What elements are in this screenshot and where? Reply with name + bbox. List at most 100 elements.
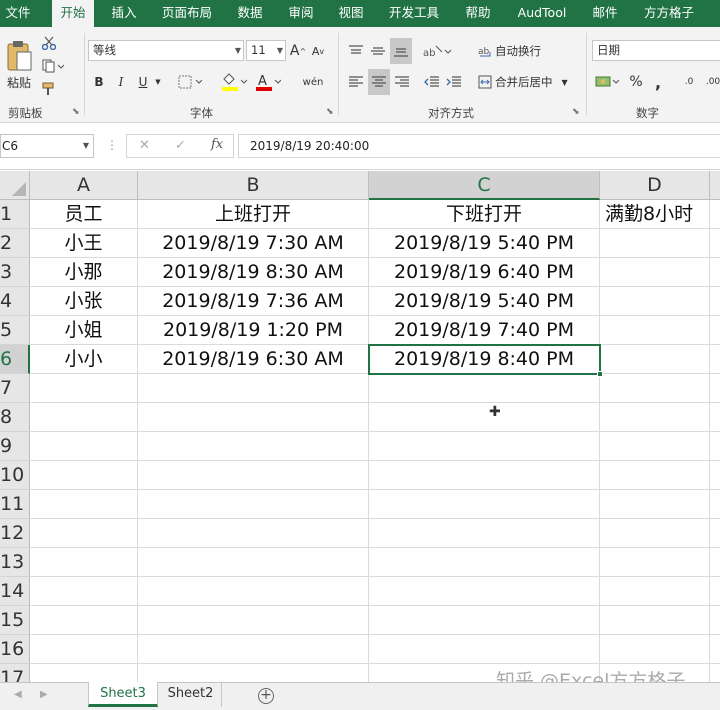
row-header-1[interactable]: 1 bbox=[0, 200, 30, 229]
empty-cell[interactable] bbox=[600, 374, 710, 403]
empty-cell[interactable] bbox=[710, 316, 720, 345]
cell-c4[interactable]: 2019/8/19 5:40 PM bbox=[369, 287, 600, 316]
cell-b2[interactable]: 2019/8/19 7:30 AM bbox=[138, 229, 369, 258]
row-header-13[interactable]: 13 bbox=[0, 548, 30, 577]
align-left-icon[interactable] bbox=[346, 71, 366, 93]
alignment-launcher-icon[interactable]: ⬊ bbox=[572, 107, 580, 117]
empty-cell[interactable] bbox=[710, 635, 720, 664]
select-all-button[interactable] bbox=[0, 171, 30, 200]
empty-cell[interactable] bbox=[30, 606, 138, 635]
cell-d4[interactable] bbox=[600, 287, 710, 316]
row-header-9[interactable]: 9 bbox=[0, 432, 30, 461]
empty-cell[interactable] bbox=[600, 432, 710, 461]
cell-b1[interactable]: 上班打开 bbox=[138, 200, 369, 229]
number-format-dropdown[interactable]: 日期 bbox=[592, 40, 720, 61]
empty-cell[interactable] bbox=[30, 635, 138, 664]
cell-d6[interactable] bbox=[600, 345, 710, 374]
cancel-icon[interactable]: ✕ bbox=[139, 138, 150, 153]
row-header-8[interactable]: 8 bbox=[0, 403, 30, 432]
empty-cell[interactable] bbox=[600, 577, 710, 606]
align-center-icon[interactable] bbox=[368, 69, 390, 95]
empty-cell[interactable] bbox=[369, 606, 600, 635]
row-header-11[interactable]: 11 bbox=[0, 490, 30, 519]
font-name-dropdown[interactable]: 等线 ▼ bbox=[88, 40, 244, 61]
empty-cell[interactable] bbox=[710, 664, 720, 682]
tab-fangfanggezi[interactable]: 方方格子 bbox=[638, 0, 700, 27]
empty-cell[interactable] bbox=[710, 577, 720, 606]
row-header-4[interactable]: 4 bbox=[0, 287, 30, 316]
empty-cell[interactable] bbox=[710, 287, 720, 316]
formula-input[interactable]: 2019/8/19 20:40:00 bbox=[238, 134, 720, 158]
accounting-format-icon[interactable] bbox=[594, 71, 620, 93]
cell-a4[interactable]: 小张 bbox=[30, 287, 138, 316]
empty-cell[interactable] bbox=[710, 606, 720, 635]
align-middle-icon[interactable] bbox=[368, 40, 388, 62]
empty-cell[interactable] bbox=[369, 432, 600, 461]
row-header-10[interactable]: 10 bbox=[0, 461, 30, 490]
empty-cell[interactable] bbox=[138, 606, 369, 635]
empty-cell[interactable] bbox=[138, 374, 369, 403]
name-box[interactable]: C6 ▼ bbox=[0, 134, 94, 158]
font-size-dropdown[interactable]: 11 ▼ bbox=[246, 40, 286, 61]
cut-icon[interactable] bbox=[40, 35, 58, 51]
row-header-3[interactable]: 3 bbox=[0, 258, 30, 287]
align-right-icon[interactable] bbox=[392, 71, 412, 93]
increase-indent-icon[interactable] bbox=[444, 71, 464, 93]
cell-b6[interactable]: 2019/8/19 6:30 AM bbox=[138, 345, 369, 374]
copy-icon[interactable] bbox=[40, 58, 66, 74]
tab-insert[interactable]: 插入 bbox=[104, 0, 144, 27]
enter-icon[interactable]: ✓ bbox=[175, 138, 186, 153]
empty-cell[interactable] bbox=[138, 635, 369, 664]
italic-button[interactable]: I bbox=[112, 71, 130, 93]
increase-font-size-button[interactable]: A ^ bbox=[290, 40, 306, 62]
phonetic-button[interactable]: wén bbox=[296, 71, 330, 93]
column-header-d[interactable]: D bbox=[600, 171, 710, 200]
empty-cell[interactable] bbox=[138, 577, 369, 606]
fill-handle[interactable] bbox=[597, 371, 603, 377]
tab-data[interactable]: 数据 bbox=[230, 0, 270, 27]
tab-home[interactable]: 开始 bbox=[52, 0, 94, 28]
tab-view[interactable]: 视图 bbox=[331, 0, 371, 27]
scroll-right-icon[interactable]: ▶ bbox=[40, 689, 48, 700]
empty-cell[interactable] bbox=[710, 374, 720, 403]
cell-c5[interactable]: 2019/8/19 7:40 PM bbox=[369, 316, 600, 345]
empty-cell[interactable] bbox=[600, 606, 710, 635]
tab-review[interactable]: 审阅 bbox=[281, 0, 321, 27]
empty-cell[interactable] bbox=[600, 403, 710, 432]
row-header-2[interactable]: 2 bbox=[0, 229, 30, 258]
tab-audtool[interactable]: AudTool bbox=[510, 0, 574, 27]
column-header-b[interactable]: B bbox=[138, 171, 369, 200]
empty-cell[interactable] bbox=[710, 229, 720, 258]
empty-cell[interactable] bbox=[138, 548, 369, 577]
cell-c6[interactable]: 2019/8/19 8:40 PM bbox=[369, 345, 600, 374]
cell-a6[interactable]: 小小 bbox=[30, 345, 138, 374]
border-button[interactable] bbox=[176, 71, 204, 93]
clipboard-launcher-icon[interactable]: ⬊ bbox=[72, 107, 80, 117]
empty-cell[interactable] bbox=[369, 548, 600, 577]
empty-cell[interactable] bbox=[138, 403, 369, 432]
cell-c3[interactable]: 2019/8/19 6:40 PM bbox=[369, 258, 600, 287]
row-header-5[interactable]: 5 bbox=[0, 316, 30, 345]
cell-d1[interactable]: 满勤8小时 bbox=[600, 200, 710, 229]
row-header-7[interactable]: 7 bbox=[0, 374, 30, 403]
cell-c2[interactable]: 2019/8/19 5:40 PM bbox=[369, 229, 600, 258]
row-header-14[interactable]: 14 bbox=[0, 577, 30, 606]
empty-cell[interactable] bbox=[600, 490, 710, 519]
orientation-icon[interactable]: ab bbox=[422, 40, 452, 62]
decrease-decimal-button[interactable]: .00 bbox=[702, 71, 720, 93]
fill-color-button[interactable] bbox=[220, 71, 248, 93]
empty-cell[interactable] bbox=[369, 519, 600, 548]
empty-cell[interactable] bbox=[30, 577, 138, 606]
cell-c1[interactable]: 下班打开 bbox=[369, 200, 600, 229]
row-header-16[interactable]: 16 bbox=[0, 635, 30, 664]
wrap-text-button[interactable]: ab 自动换行 bbox=[478, 43, 541, 59]
empty-cell[interactable] bbox=[369, 577, 600, 606]
empty-cell[interactable] bbox=[30, 664, 138, 682]
empty-cell[interactable] bbox=[710, 403, 720, 432]
empty-cell[interactable] bbox=[30, 374, 138, 403]
scroll-left-icon[interactable]: ◀ bbox=[14, 689, 22, 700]
empty-cell[interactable] bbox=[138, 490, 369, 519]
empty-cell[interactable] bbox=[710, 258, 720, 287]
empty-cell[interactable] bbox=[600, 635, 710, 664]
row-header-12[interactable]: 12 bbox=[0, 519, 30, 548]
